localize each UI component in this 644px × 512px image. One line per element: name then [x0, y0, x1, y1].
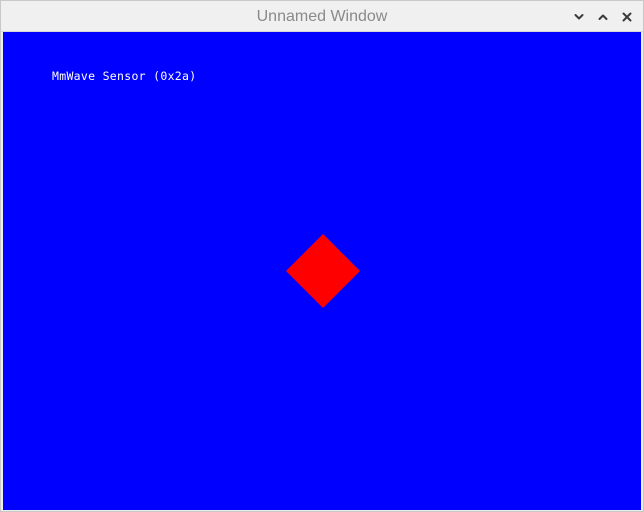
- close-icon: [621, 11, 633, 23]
- title-bar[interactable]: Unnamed Window: [1, 1, 643, 32]
- chevron-down-icon: [573, 11, 585, 23]
- window-title: Unnamed Window: [256, 8, 388, 25]
- sensor-marker-diamond: [286, 234, 360, 308]
- close-button[interactable]: [617, 7, 637, 27]
- window-controls: [569, 7, 637, 27]
- minimize-button[interactable]: [569, 7, 589, 27]
- maximize-button[interactable]: [593, 7, 613, 27]
- sensor-label: MmWave Sensor (0x2a): [52, 69, 197, 83]
- app-window: Unnamed Window MmWave Sensor (0x2a): [0, 0, 644, 512]
- render-canvas: MmWave Sensor (0x2a): [3, 32, 641, 510]
- chevron-up-icon: [597, 11, 609, 23]
